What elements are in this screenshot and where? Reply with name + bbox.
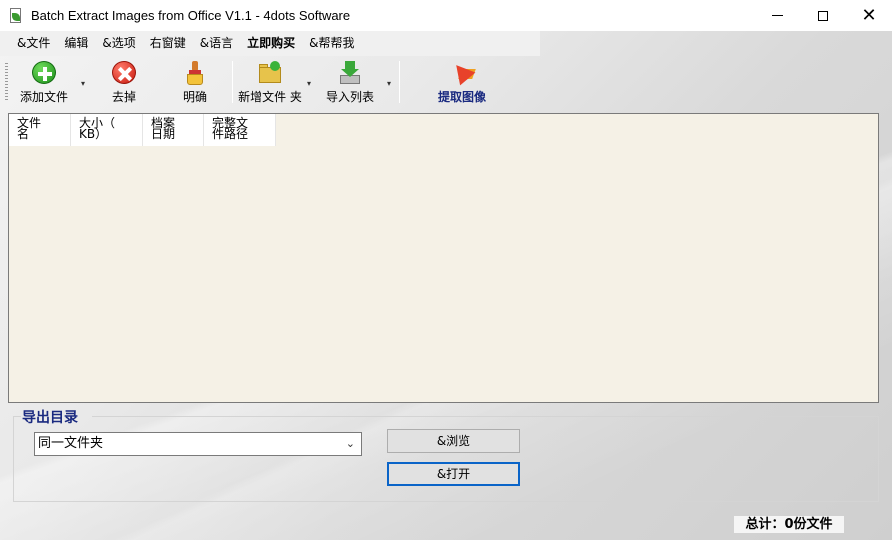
app-logo-icon — [9, 7, 23, 24]
menu-file[interactable]: &文件 — [10, 31, 57, 56]
add-folder-label: 新增文件 夹 — [238, 90, 302, 104]
open-button[interactable]: &打开 — [387, 462, 520, 486]
remove-label: 去掉 — [111, 90, 136, 104]
output-folder-value: 同一文件夹 — [38, 436, 104, 451]
output-folder-select[interactable]: 同一文件夹 ⌄ — [34, 432, 362, 456]
column-header-text: 日期 — [151, 127, 176, 141]
menu-options[interactable]: &选项 — [95, 31, 142, 56]
add-files-dropdown-icon[interactable]: ▾ — [81, 79, 85, 88]
output-folder-title: 导出目录 — [22, 410, 78, 426]
menu-bar: &文件 编辑 &选项 右窗键 &语言 立即购买 &帮帮我 — [0, 31, 540, 56]
toolbar-grip[interactable] — [5, 63, 8, 101]
minimize-button[interactable] — [754, 0, 800, 31]
add-files-button[interactable]: 添加文件 — [18, 61, 70, 105]
menu-edit[interactable]: 编辑 — [57, 31, 95, 56]
total-files-status: 总计：0份文件 — [734, 516, 844, 533]
remove-button[interactable]: 去掉 — [110, 61, 138, 105]
browse-button[interactable]: &浏览 — [387, 429, 520, 453]
menu-context[interactable]: 右窗键 — [143, 31, 193, 56]
add-icon — [32, 61, 56, 84]
clear-button[interactable]: 明确 — [181, 61, 209, 105]
title-bar: Batch Extract Images from Office V1.1 - … — [0, 0, 892, 31]
toolbar-separator — [232, 61, 233, 103]
remove-icon — [112, 61, 136, 84]
close-button[interactable]: ✕ — [846, 0, 892, 31]
add-folder-dropdown-icon[interactable]: ▾ — [307, 79, 311, 88]
import-list-label: 导入列表 — [325, 90, 374, 104]
app-window: Batch Extract Images from Office V1.1 - … — [0, 0, 892, 540]
import-icon — [338, 61, 362, 84]
window-controls: ✕ — [754, 0, 892, 31]
menu-language[interactable]: &语言 — [193, 31, 240, 56]
extract-icon — [448, 58, 476, 86]
column-header-fullpath[interactable]: 完整文 件路径 — [204, 114, 276, 146]
column-header-date[interactable]: 档案 日期 — [143, 114, 204, 146]
column-header-text: KB） — [79, 127, 108, 141]
close-icon: ✕ — [861, 4, 877, 26]
minimize-icon — [771, 15, 783, 16]
column-header-filename[interactable]: 文件 名 — [9, 114, 71, 146]
toolbar: 添加文件 ▾ 去掉 明确 新增文件 夹 ▾ 导入列表 ▾ 提取图像 — [0, 57, 892, 105]
chevron-down-icon: ⌄ — [345, 437, 355, 450]
maximize-icon — [818, 10, 828, 21]
add-files-label: 添加文件 — [19, 90, 68, 104]
folder-add-icon — [258, 61, 282, 84]
extract-images-label: 提取图像 — [437, 90, 486, 104]
broom-icon — [183, 61, 207, 85]
maximize-button[interactable] — [800, 0, 846, 31]
import-list-dropdown-icon[interactable]: ▾ — [387, 79, 391, 88]
file-list-header: 文件 名 大小（ KB） 档案 日期 完整文 件路径 — [9, 114, 276, 146]
extract-images-button[interactable]: 提取图像 — [433, 58, 491, 105]
column-header-text: 名 — [17, 127, 30, 141]
menu-help[interactable]: &帮帮我 — [302, 31, 361, 56]
window-title: Batch Extract Images from Office V1.1 - … — [31, 8, 351, 23]
import-list-button[interactable]: 导入列表 — [325, 61, 375, 105]
toolbar-separator — [399, 61, 400, 103]
file-list[interactable]: 文件 名 大小（ KB） 档案 日期 完整文 件路径 — [8, 113, 879, 403]
column-header-size[interactable]: 大小（ KB） — [71, 114, 143, 146]
menu-buy-now[interactable]: 立即购买 — [240, 31, 302, 56]
column-header-text: 件路径 — [212, 127, 249, 141]
add-folder-button[interactable]: 新增文件 夹 — [237, 61, 303, 105]
clear-label: 明确 — [182, 90, 207, 104]
